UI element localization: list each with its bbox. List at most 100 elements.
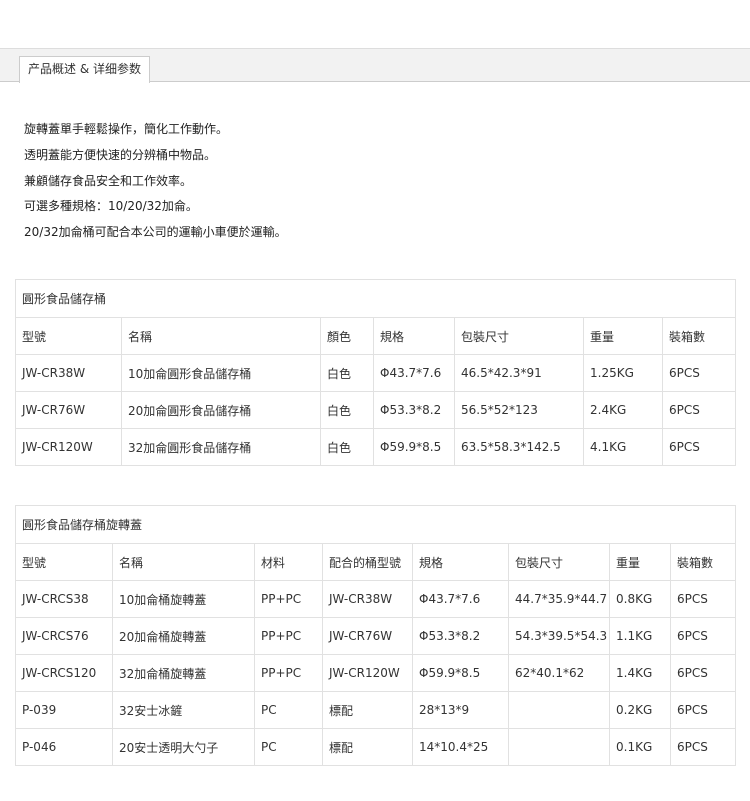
table-cell: 白色 xyxy=(320,428,374,466)
table-cell: 6PCS xyxy=(661,354,737,392)
table-cell: JW-CR76W xyxy=(15,391,122,429)
description-line: 旋轉蓋單手輕鬆操作，簡化工作動作。 xyxy=(24,122,229,136)
description-line: 可選多種規格：10/20/32加侖。 xyxy=(24,199,198,214)
table-cell: PC xyxy=(254,691,323,729)
table-caption: 圓形食品儲存桶旋轉蓋 xyxy=(14,505,737,544)
table-cell: 6PCS xyxy=(669,654,737,692)
table-row: JW-CR120W 32加侖圓形食品儲存桶 白色 Φ59.9*8.5 63.5*58.3… xyxy=(15,428,737,466)
table-cell: 10加侖圓形食品儲存桶 xyxy=(121,354,321,392)
table-cell: Φ43.7*7.6 xyxy=(412,580,509,618)
table-row: JW-CR76W 20加侖圓形食品儲存桶 白色 Φ53.3*8.2 56.5*52*12… xyxy=(15,391,737,429)
table-cell: Φ59.9*8.5 xyxy=(373,428,455,466)
column-header: 包裝尺寸 xyxy=(454,317,584,355)
table-cell: P-046 xyxy=(15,728,113,766)
table-cell: 56.5*52*123 xyxy=(454,391,584,429)
table-cell: 標配 xyxy=(322,728,413,766)
column-header: 重量 xyxy=(609,543,671,581)
table-cell: P-039 xyxy=(15,691,113,729)
table-cell: 0.8KG xyxy=(609,580,671,618)
table-cell: 32安士冰鏟 xyxy=(112,691,255,729)
table-cell: 32加侖桶旋轉蓋 xyxy=(112,654,255,692)
table-cell: 6PCS xyxy=(669,617,737,655)
table-cell: JW-CR76W xyxy=(322,617,413,655)
table-cell: 20加侖圓形食品儲存桶 xyxy=(121,391,321,429)
column-header: 名稱 xyxy=(121,317,321,355)
table-cell: 標配 xyxy=(322,691,413,729)
table-cell: 1.4KG xyxy=(609,654,671,692)
table-cell: 62*40.1*62 xyxy=(508,654,610,692)
table-cell: 54.3*39.5*54.3 xyxy=(508,617,610,655)
tab-product-overview[interactable]: 产品概述 & 详细参数 xyxy=(19,56,150,83)
table-cell: 6PCS xyxy=(661,391,737,429)
table-cell: 20安士透明大勺子 xyxy=(112,728,255,766)
table-row: JW-CRCS76 20加侖桶旋轉蓋 PP+PC JW-CR76W Φ53.3*8.2 5… xyxy=(15,617,737,655)
table-caption-row: 圓形食品儲存桶旋轉蓋 xyxy=(14,505,737,544)
table-cell: Φ43.7*7.6 xyxy=(373,354,455,392)
description-line: 20/32加侖桶可配合本公司的運輸小車便於運輸。 xyxy=(24,225,287,240)
table-caption-row: 圓形食品儲存桶 xyxy=(14,279,737,318)
table-cell: 白色 xyxy=(320,354,374,392)
description-line: 兼顧儲存食品安全和工作效率。 xyxy=(24,173,193,188)
description-line: 透明蓋能方便快速的分辨桶中物品。 xyxy=(24,147,217,162)
product-description: 旋轉蓋單手輕鬆操作，簡化工作動作。 透明蓋能方便快速的分辨桶中物品。 兼顧儲存食… xyxy=(24,117,287,246)
table-row: P-039 32安士冰鏟 PC 標配 28*13*9 0.2KG 6PCS xyxy=(15,691,737,729)
table-cell: 46.5*42.3*91 xyxy=(454,354,584,392)
table-cell: JW-CRCS38 xyxy=(15,580,113,618)
table-cell: 14*10.4*25 xyxy=(412,728,509,766)
table-row: JW-CR38W 10加侖圓形食品儲存桶 白色 Φ43.7*7.6 46.5*42.3*… xyxy=(15,354,737,392)
table-row: JW-CRCS38 10加侖桶旋轉蓋 PP+PC JW-CR38W Φ43.7*7.6 4… xyxy=(15,580,737,618)
table-cell: 6PCS xyxy=(669,728,737,766)
table-cell: 20加侖桶旋轉蓋 xyxy=(112,617,255,655)
table-cell: 1.25KG xyxy=(583,354,663,392)
column-header: 規格 xyxy=(412,543,509,581)
table-cell: 63.5*58.3*142.5 xyxy=(454,428,584,466)
column-header: 材料 xyxy=(254,543,323,581)
table-caption: 圓形食品儲存桶 xyxy=(14,279,737,318)
table-cell: Φ53.3*8.2 xyxy=(373,391,455,429)
table-cell: 1.1KG xyxy=(609,617,671,655)
table-cell: PP+PC xyxy=(254,654,323,692)
table-cell: 白色 xyxy=(320,391,374,429)
table-cell: 6PCS xyxy=(661,428,737,466)
table-header-row: 型號 名稱 材料 配合的桶型號 規格 包裝尺寸 重量 裝箱數 xyxy=(15,543,737,581)
table-cell: 2.4KG xyxy=(583,391,663,429)
table-cell: JW-CRCS120 xyxy=(15,654,113,692)
table-cell: 10加侖桶旋轉蓋 xyxy=(112,580,255,618)
table-cell: 0.2KG xyxy=(609,691,671,729)
table-cell: PC xyxy=(254,728,323,766)
column-header: 規格 xyxy=(373,317,455,355)
column-header: 裝箱數 xyxy=(661,317,737,355)
column-header: 名稱 xyxy=(112,543,255,581)
table-cell: JW-CR120W xyxy=(15,428,122,466)
table-cell: JW-CRCS76 xyxy=(15,617,113,655)
table-cell: 32加侖圓形食品儲存桶 xyxy=(121,428,321,466)
table-cell: 4.1KG xyxy=(583,428,663,466)
tab-bar: 产品概述 & 详细参数 xyxy=(0,48,750,83)
table-row: P-046 20安士透明大勺子 PC 標配 14*10.4*25 0.1KG 6PCS xyxy=(15,728,737,766)
table-cell: 0.1KG xyxy=(609,728,671,766)
table-cell: JW-CR120W xyxy=(322,654,413,692)
table-header-row: 型號 名稱 顏色 規格 包裝尺寸 重量 裝箱數 xyxy=(15,317,737,355)
table-cell xyxy=(508,691,610,729)
table-cell: Φ53.3*8.2 xyxy=(412,617,509,655)
column-header: 包裝尺寸 xyxy=(508,543,610,581)
column-header: 裝箱數 xyxy=(669,543,737,581)
table-cell: 44.7*35.9*44.7 xyxy=(508,580,610,618)
column-header: 型號 xyxy=(15,317,122,355)
table-cell: PP+PC xyxy=(254,580,323,618)
table-cell: 6PCS xyxy=(669,691,737,729)
table-cell: Φ59.9*8.5 xyxy=(412,654,509,692)
table-row: JW-CRCS120 32加侖桶旋轉蓋 PP+PC JW-CR120W Φ59.9*8.… xyxy=(15,654,737,692)
table-cell: JW-CR38W xyxy=(322,580,413,618)
storage-bin-spec-table: 圓形食品儲存桶 型號 名稱 顏色 規格 包裝尺寸 重量 裝箱數 JW-CR38W 10加侖圓形食品… xyxy=(14,279,737,466)
column-header: 配合的桶型號 xyxy=(322,543,413,581)
table-cell: 28*13*9 xyxy=(412,691,509,729)
table-cell: 6PCS xyxy=(669,580,737,618)
table-cell: JW-CR38W xyxy=(15,354,122,392)
rotating-lid-spec-table: 圓形食品儲存桶旋轉蓋 型號 名稱 材料 配合的桶型號 規格 包裝尺寸 重量 裝箱數 JW-CRCS… xyxy=(14,505,737,766)
column-header: 型號 xyxy=(15,543,113,581)
table-cell: PP+PC xyxy=(254,617,323,655)
column-header: 重量 xyxy=(583,317,663,355)
column-header: 顏色 xyxy=(320,317,374,355)
table-cell xyxy=(508,728,610,766)
